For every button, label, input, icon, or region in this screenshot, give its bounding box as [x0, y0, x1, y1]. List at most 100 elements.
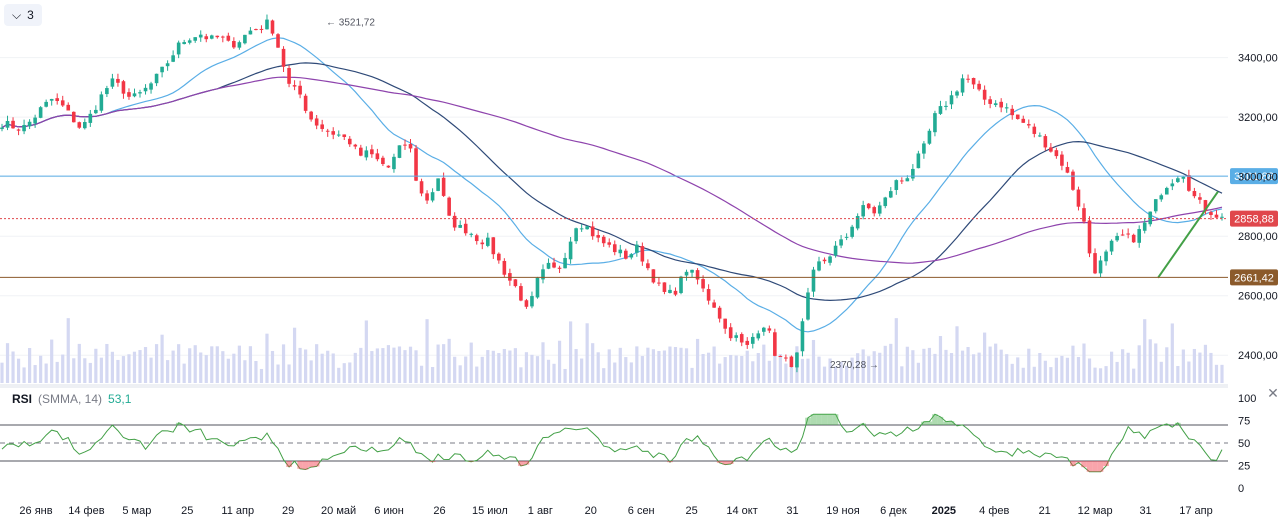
candle	[850, 224, 854, 239]
candle	[568, 237, 573, 264]
candle-body	[778, 356, 783, 358]
price-tick: 2600,00	[1238, 291, 1278, 303]
candle-body	[11, 120, 15, 129]
candle-body	[762, 327, 766, 332]
rsi-oversold-fill	[667, 461, 673, 463]
candle-body	[789, 356, 794, 368]
volume-bar	[546, 359, 551, 383]
close-icon[interactable]: ✕	[1266, 386, 1280, 400]
candle	[1170, 179, 1175, 191]
candle-body	[1148, 211, 1153, 225]
candle	[833, 241, 838, 258]
candle	[132, 88, 137, 98]
x-tick: 12 мар	[1078, 505, 1113, 517]
candle	[888, 187, 893, 199]
volume-bar	[292, 327, 297, 383]
volume-bar	[508, 350, 512, 383]
volume-bar	[701, 353, 705, 383]
candle-body	[491, 237, 496, 255]
volume-bar	[745, 350, 749, 383]
rsi-overbought-fill	[937, 416, 944, 425]
candle-body	[756, 333, 761, 339]
candle	[5, 115, 10, 131]
volume-bar	[342, 363, 346, 383]
volume-bar	[127, 354, 131, 383]
volume-bar	[337, 367, 341, 383]
chart[interactable]: 3001,882858,882661,42← 3521,722370,28 →3…	[0, 0, 1280, 518]
candle-body	[215, 35, 220, 38]
candle	[110, 73, 115, 89]
pane-separator	[0, 384, 1228, 388]
candle-body	[105, 88, 109, 95]
candle-body	[132, 93, 137, 97]
volume-bar	[1192, 348, 1196, 383]
candle-body	[668, 289, 672, 293]
volume-bar	[988, 346, 992, 383]
candle-body	[381, 157, 385, 165]
candle	[949, 90, 954, 110]
candle	[734, 332, 739, 342]
volume-bar	[624, 357, 628, 383]
volume-bar	[806, 358, 810, 383]
candle	[999, 98, 1003, 113]
candle	[347, 136, 352, 147]
rsi-overbought-fill	[832, 414, 839, 425]
candle	[392, 153, 396, 173]
volume-bar	[1170, 323, 1174, 383]
x-axis: 26 янв 14 фев 5 мар 25 11 апр 29 20 май 6 июн 26…	[19, 505, 1212, 517]
candle	[590, 221, 595, 240]
candle-body	[855, 216, 860, 229]
candle	[872, 205, 877, 217]
candle-body	[254, 29, 258, 31]
ma-50-line	[1, 62, 1223, 302]
candle	[1164, 186, 1169, 195]
volume-bar	[1159, 361, 1163, 383]
volume-bar	[386, 345, 391, 383]
candle-body	[706, 289, 711, 301]
candle	[281, 46, 286, 72]
volume-bar	[61, 354, 65, 383]
candle-body	[519, 286, 523, 301]
candle-body	[982, 89, 987, 100]
rsi-oversold-fill	[429, 461, 436, 463]
candle	[1082, 203, 1086, 224]
volume-bar	[309, 360, 313, 383]
candle	[535, 276, 540, 299]
candle-body	[734, 335, 739, 338]
candle	[232, 37, 236, 49]
candle-body	[430, 192, 435, 201]
volume-bar	[712, 346, 716, 383]
x-tick: 4 фев	[979, 505, 1009, 517]
candle-body	[524, 300, 529, 307]
candle-body	[44, 101, 48, 107]
x-tick: 20	[585, 505, 597, 517]
rsi-oversold-fill	[1070, 461, 1076, 467]
candle	[651, 269, 656, 284]
candle	[1142, 218, 1147, 234]
collapse-indicators-button[interactable]: ⌵ 3	[4, 4, 42, 26]
volume-bar	[436, 344, 440, 383]
volume-bar	[177, 344, 181, 383]
candle	[762, 326, 766, 336]
volume-bar	[1049, 367, 1053, 383]
rsi-oversold-fill	[468, 461, 474, 462]
candle-body	[397, 145, 402, 158]
candle-body	[452, 215, 457, 228]
volume-bar	[927, 347, 932, 383]
volume-bar	[971, 354, 976, 383]
volume-bar	[497, 353, 501, 383]
candle-body	[568, 241, 573, 260]
volume-bar	[1010, 363, 1014, 383]
rsi-oversold-fill	[1081, 461, 1087, 468]
candle-body	[193, 37, 198, 41]
candle	[811, 266, 816, 297]
candle-body	[314, 118, 319, 126]
volume-bar	[762, 344, 766, 383]
candle	[607, 238, 612, 248]
candle	[370, 144, 374, 158]
volume-bar	[215, 346, 219, 383]
candle	[695, 268, 700, 285]
candle	[248, 27, 253, 35]
candle-body	[27, 121, 32, 127]
x-tick: 25	[686, 505, 698, 517]
